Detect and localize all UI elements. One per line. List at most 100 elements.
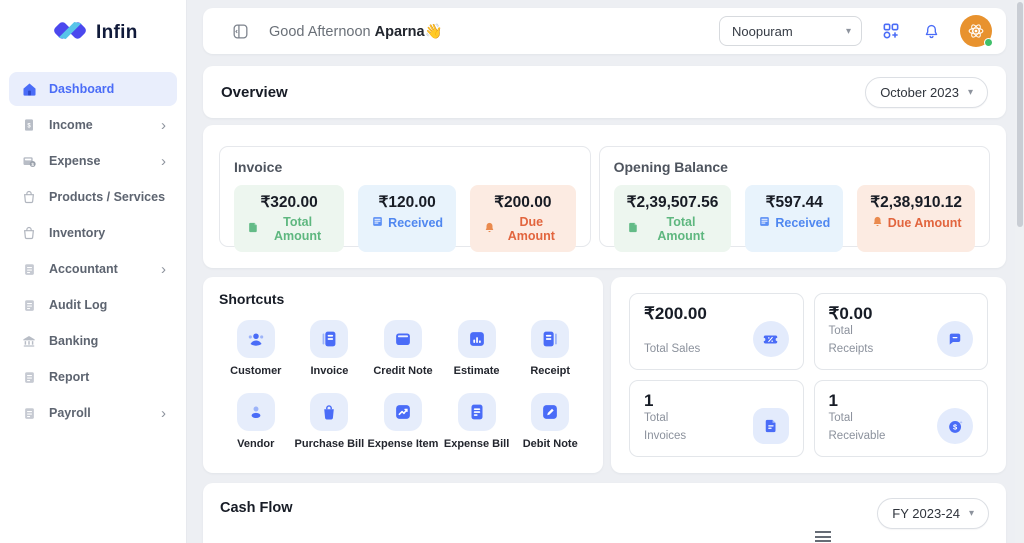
- chevron-down-icon: ▾: [968, 87, 973, 98]
- bank-icon: [20, 332, 38, 350]
- notifications-bell-icon[interactable]: [920, 20, 942, 42]
- cash-flow-period-selector[interactable]: FY 2023-24 ▾: [877, 498, 989, 529]
- shortcut-invoice[interactable]: Invoice: [293, 320, 367, 379]
- home-icon: [20, 80, 38, 98]
- shortcut-receipt[interactable]: Receipt: [513, 320, 587, 379]
- total-sales-card[interactable]: ₹200.00 Total Sales: [629, 293, 804, 370]
- chevron-down-icon: ▾: [846, 26, 851, 37]
- receipt-lines-blue-icon: [371, 215, 384, 231]
- sidebar-item-payroll[interactable]: Payroll ›: [9, 396, 177, 430]
- shortcut-expense-item[interactable]: Expense Item: [366, 393, 440, 452]
- chevron-right-icon: ›: [161, 262, 166, 277]
- sidebar-item-income[interactable]: $ Income ›: [9, 108, 177, 142]
- overview-period-value: October 2023: [880, 85, 959, 100]
- document-icon: [20, 296, 38, 314]
- bag-icon: [20, 224, 38, 242]
- vendor-icon: [237, 393, 275, 431]
- cash-flow-title: Cash Flow: [220, 500, 293, 516]
- pencil-note-icon: [531, 393, 569, 431]
- sidebar-item-expense[interactable]: $ Expense ›: [9, 144, 177, 178]
- tile-label: Received: [775, 216, 830, 230]
- amount: ₹120.00: [371, 193, 443, 212]
- total-receivable-label: Total Receivable: [829, 410, 891, 446]
- sidebar-item-label: Income: [49, 118, 93, 132]
- shortcuts-section: Shortcuts Customer Invoice Credit Note E…: [203, 277, 603, 473]
- total-receivable-card[interactable]: 1 Total Receivable $: [814, 380, 989, 457]
- shortcut-estimate[interactable]: Estimate: [440, 320, 514, 379]
- bag-icon: [20, 188, 38, 206]
- sidebar-item-label: Banking: [49, 334, 98, 348]
- shortcut-customer[interactable]: Customer: [219, 320, 293, 379]
- amount: ₹2,39,507.56: [627, 193, 719, 212]
- sidebar-item-banking[interactable]: Banking: [9, 324, 177, 358]
- shortcut-label: Debit Note: [513, 438, 587, 452]
- shortcut-label: Vendor: [219, 438, 293, 452]
- shortcut-debit-note[interactable]: Debit Note: [513, 393, 587, 452]
- invoice-card-title: Invoice: [234, 159, 576, 175]
- cash-flow-period-value: FY 2023-24: [892, 506, 960, 521]
- location-selector[interactable]: Noopuram ▾: [719, 16, 862, 46]
- invoice-doc-icon: [310, 320, 348, 358]
- trend-chart-icon: [384, 393, 422, 431]
- document-icon: [20, 368, 38, 386]
- sidebar-item-dashboard[interactable]: Dashboard: [9, 72, 177, 106]
- receivable-dollar-icon: $: [937, 408, 973, 444]
- user-avatar[interactable]: [960, 15, 992, 47]
- sidebar-item-accountant[interactable]: Accountant ›: [9, 252, 177, 286]
- cash-flow-section: Cash Flow FY 2023-24 ▾: [203, 483, 1006, 543]
- receipts-bubble-icon: [937, 321, 973, 357]
- sidebar-item-label: Dashboard: [49, 82, 114, 96]
- credit-note-icon: [384, 320, 422, 358]
- income-icon: $: [20, 116, 38, 134]
- amount: ₹597.44: [758, 193, 830, 212]
- sidebar-item-report[interactable]: Report: [9, 360, 177, 394]
- invoices-doc-icon: [753, 408, 789, 444]
- tile-label: Due Amount: [888, 216, 962, 230]
- app-logo[interactable]: Infin: [0, 0, 186, 58]
- sidebar-item-label: Payroll: [49, 406, 91, 420]
- chevron-right-icon: ›: [161, 406, 166, 421]
- overview-section: Overview October 2023 ▾: [203, 66, 1006, 118]
- scrollbar-track[interactable]: [1015, 0, 1024, 543]
- opening-balance-title: Opening Balance: [614, 159, 975, 175]
- shortcut-purchase-bill[interactable]: Purchase Bill: [293, 393, 367, 452]
- collapse-sidebar-icon[interactable]: [229, 20, 251, 42]
- sidebar-item-label: Products / Services: [49, 190, 165, 204]
- sidebar: Infin Dashboard $ Income › $ Expense ›: [0, 0, 187, 543]
- shortcut-credit-note[interactable]: Credit Note: [366, 320, 440, 379]
- total-receipts-card[interactable]: ₹0.00 Total Receipts: [814, 293, 989, 370]
- amount: ₹320.00: [247, 193, 331, 212]
- invoice-total-amount-tile: ₹320.00 Total Amount: [234, 185, 344, 252]
- shortcut-label: Purchase Bill: [293, 438, 367, 452]
- document-green-icon: [247, 221, 260, 237]
- apps-add-icon[interactable]: [880, 20, 902, 42]
- shortcut-label: Estimate: [440, 365, 514, 379]
- sidebar-item-label: Inventory: [49, 226, 105, 240]
- chart-menu-icon[interactable]: [815, 531, 831, 543]
- scrollbar-thumb[interactable]: [1017, 2, 1023, 227]
- total-invoices-card[interactable]: 1 Total Invoices: [629, 380, 804, 457]
- location-selector-value: Noopuram: [732, 24, 793, 39]
- invoice-card: Invoice ₹320.00 Total Amount ₹120.00 Rec…: [219, 146, 591, 247]
- sidebar-item-audit-log[interactable]: Audit Log: [9, 288, 177, 322]
- chevron-down-icon: ▾: [969, 508, 974, 519]
- greeting-text: Good Afternoon Aparna👋: [269, 23, 443, 40]
- document-icon: [20, 260, 38, 278]
- sidebar-item-inventory[interactable]: Inventory: [9, 216, 177, 250]
- svg-text:$: $: [31, 161, 34, 166]
- app-name: Infin: [96, 22, 138, 44]
- shortcut-label: Credit Note: [366, 365, 440, 379]
- overview-period-selector[interactable]: October 2023 ▾: [865, 77, 988, 108]
- document-icon: [20, 404, 38, 422]
- shortcut-expense-bill[interactable]: Expense Bill: [440, 393, 514, 452]
- opening-received-tile: ₹597.44 Received: [745, 185, 843, 252]
- shortcut-vendor[interactable]: Vendor: [219, 393, 293, 452]
- atom-icon: [965, 20, 987, 42]
- tile-label: Total Amount: [264, 215, 331, 243]
- sidebar-item-products-services[interactable]: Products / Services: [9, 180, 177, 214]
- purchase-bag-icon: [310, 393, 348, 431]
- shortcut-label: Expense Item: [366, 438, 440, 452]
- balances-section: Invoice ₹320.00 Total Amount ₹120.00 Rec…: [203, 125, 1006, 268]
- customer-icon: [237, 320, 275, 358]
- sidebar-item-label: Expense: [49, 154, 100, 168]
